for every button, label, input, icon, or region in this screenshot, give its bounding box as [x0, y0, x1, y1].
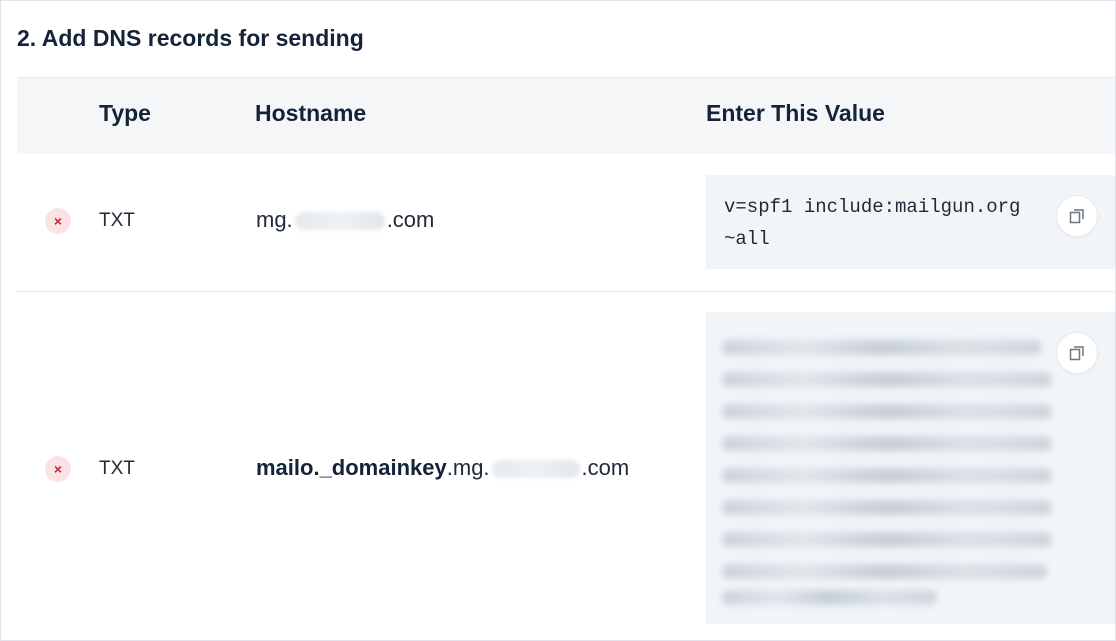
redacted-value-line: [722, 436, 1052, 451]
redacted-domain: [294, 212, 385, 231]
copy-button[interactable]: [1056, 195, 1098, 237]
row-divider: [17, 291, 1115, 292]
copy-button[interactable]: [1056, 332, 1098, 374]
error-x-icon: ×: [45, 208, 71, 234]
column-header-type: Type: [99, 100, 151, 126]
redacted-value-line: [722, 372, 1052, 387]
record-value-text[interactable]: v=spf1 include:mailgun.org ~all: [724, 191, 1020, 255]
redacted-value-line: [722, 590, 937, 605]
table-header: Type Hostname Enter This Value: [17, 77, 1115, 154]
record-hostname: mailo._domainkey.mg. .com: [256, 455, 629, 481]
error-x-icon: ×: [45, 456, 71, 482]
column-header-hostname: Hostname: [255, 100, 367, 126]
redacted-value-line: [722, 404, 1052, 419]
redacted-value-line: [722, 532, 1052, 547]
hostname-suffix: .com: [581, 455, 630, 480]
dns-records-panel: 2. Add DNS records for sending Type Host…: [0, 0, 1116, 641]
record-type: TXT: [99, 210, 135, 231]
record-value-box: [706, 312, 1115, 624]
record-type: TXT: [99, 458, 135, 479]
record-hostname: mg. .com: [256, 207, 434, 233]
hostname-suffix: .com: [386, 207, 435, 232]
copy-icon: [1069, 346, 1084, 361]
redacted-domain: [491, 460, 580, 479]
column-header-value: Enter This Value: [706, 100, 885, 126]
redacted-value-line: [722, 468, 1052, 483]
record-value-box: v=spf1 include:mailgun.org ~all: [706, 175, 1115, 269]
section-title: 2. Add DNS records for sending: [17, 25, 364, 51]
redacted-value-line: [722, 564, 1047, 579]
redacted-value-line: [722, 340, 1042, 355]
copy-icon: [1069, 209, 1084, 224]
hostname-bold-part: mailo._domainkey: [256, 455, 447, 480]
hostname-prefix: .mg.: [446, 455, 490, 480]
hostname-prefix: mg.: [256, 207, 293, 232]
redacted-value-line: [722, 500, 1052, 515]
